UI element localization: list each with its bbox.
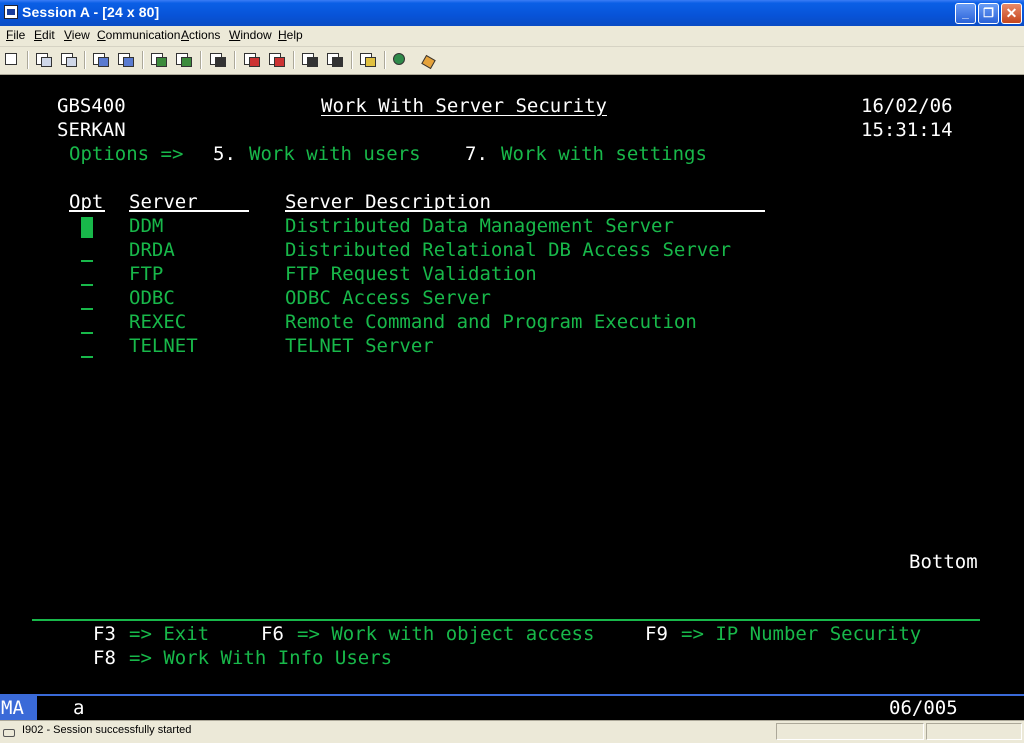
restore-icon: ❐: [983, 6, 994, 20]
options-label: Options =>: [69, 143, 184, 165]
menu-help[interactable]: Help: [278, 28, 303, 42]
status-message: I902 - Session successfully started: [22, 724, 192, 736]
opt-input-odbc[interactable]: [81, 308, 93, 310]
f9-label: => IP Number Security: [681, 623, 922, 645]
globe-icon: [393, 53, 405, 65]
send-file-button[interactable]: [90, 50, 112, 70]
minimize-button[interactable]: _: [955, 3, 976, 24]
receive-file-button[interactable]: [115, 50, 137, 70]
opt-input-drda[interactable]: [81, 260, 93, 262]
close-icon: ✕: [1005, 5, 1018, 21]
maximize-button[interactable]: ❐: [978, 3, 999, 24]
option-5-label: Work with users: [249, 143, 421, 165]
server-description: TELNET Server: [285, 335, 434, 357]
key-icon: [421, 54, 436, 70]
f3-key[interactable]: F3: [93, 622, 116, 646]
connection-icon: [3, 725, 17, 738]
globe-button[interactable]: [390, 50, 412, 70]
toolbar-separator: [200, 51, 202, 69]
menu-bar: File Edit View Communication Actions Win…: [0, 26, 1024, 47]
page-title: Work With Server Security: [321, 95, 607, 117]
menu-window[interactable]: Window: [229, 28, 272, 42]
server-name: DDM: [129, 215, 164, 237]
f9-key[interactable]: F9: [645, 622, 668, 646]
macro-button[interactable]: [207, 50, 229, 70]
key-button[interactable]: [415, 50, 437, 70]
window-title: Session A - [24 x 80]: [22, 4, 160, 20]
opt-input-ftp[interactable]: [81, 284, 93, 286]
record-macro-button[interactable]: [241, 50, 263, 70]
f6-key[interactable]: F6: [261, 622, 284, 646]
f8-key[interactable]: F8: [93, 646, 116, 670]
header-underline: [129, 210, 249, 212]
server-description: FTP Request Validation: [285, 263, 537, 285]
server-description: ODBC Access Server: [285, 287, 491, 309]
f3-label: => Exit: [129, 623, 210, 645]
date-display: 16/02/06: [861, 95, 953, 117]
header-underline: [285, 210, 765, 212]
close-button[interactable]: ✕: [1001, 3, 1022, 24]
toolbar-separator: [142, 51, 144, 69]
server-name: ODBC: [129, 287, 175, 309]
option-5-number: 5.: [213, 143, 236, 165]
preferences-button[interactable]: [173, 50, 195, 70]
opt-input-rexec[interactable]: [81, 332, 93, 334]
operator-info-area: MA a 06/005: [0, 694, 1024, 722]
server-name: FTP: [129, 263, 164, 285]
status-panel: [926, 723, 1022, 740]
status-bar: I902 - Session successfully started: [0, 720, 1024, 743]
mode-indicator: MA: [0, 696, 37, 720]
terminal-screen[interactable]: GBS400 Work With Server Security 16/02/0…: [0, 75, 1024, 694]
opt-input-ddm[interactable]: [81, 236, 93, 238]
status-panel: [776, 723, 924, 740]
menu-edit[interactable]: Edit: [34, 28, 55, 42]
toolbar-separator: [293, 51, 295, 69]
user-name: SERKAN: [57, 119, 126, 141]
header-underline: [69, 210, 105, 212]
clipboard-button[interactable]: [357, 50, 379, 70]
session-app-icon[interactable]: [4, 5, 18, 19]
option-7-label: Work with settings: [501, 143, 707, 165]
minimize-icon: _: [962, 6, 969, 20]
server-name: REXEC: [129, 311, 187, 333]
option-7-number: 7.: [465, 143, 488, 165]
title-bar[interactable]: Session A - [24 x 80] _ ❐ ✕: [0, 0, 1024, 26]
display-button[interactable]: [148, 50, 170, 70]
paste-button[interactable]: [58, 50, 80, 70]
server-description: Remote Command and Program Execution: [285, 311, 697, 333]
copy-button[interactable]: [33, 50, 55, 70]
server-description: Distributed Data Management Server: [285, 215, 674, 237]
toolbar-separator: [84, 51, 86, 69]
f6-label: => Work with object access: [297, 623, 595, 645]
menu-file[interactable]: File: [6, 28, 25, 42]
print-screen-icon: [5, 53, 17, 65]
time-display: 15:31:14: [861, 119, 953, 141]
session-indicator: a: [73, 697, 85, 719]
menu-view[interactable]: View: [64, 28, 90, 42]
toolbar-separator: [384, 51, 386, 69]
server-name: TELNET: [129, 335, 198, 357]
toolbar-separator: [351, 51, 353, 69]
play-macro-button[interactable]: [324, 50, 346, 70]
text-cursor: [81, 217, 93, 236]
toolbar-separator: [234, 51, 236, 69]
toolbar: [0, 47, 1024, 75]
f8-label: => Work With Info Users: [129, 647, 393, 669]
cursor-position: 06/005: [889, 697, 958, 719]
opt-input-telnet[interactable]: [81, 356, 93, 358]
play-button[interactable]: [299, 50, 321, 70]
function-key-divider: [32, 619, 980, 621]
stop-macro-button[interactable]: [266, 50, 288, 70]
server-description: Distributed Relational DB Access Server: [285, 239, 732, 261]
more-indicator: Bottom: [909, 551, 978, 573]
menu-communication[interactable]: Communication: [97, 28, 180, 42]
menu-actions[interactable]: Actions: [181, 28, 220, 42]
server-name: DRDA: [129, 239, 175, 261]
system-name: GBS400: [57, 95, 126, 117]
toolbar-separator: [27, 51, 29, 69]
print-screen-button[interactable]: [2, 50, 24, 70]
